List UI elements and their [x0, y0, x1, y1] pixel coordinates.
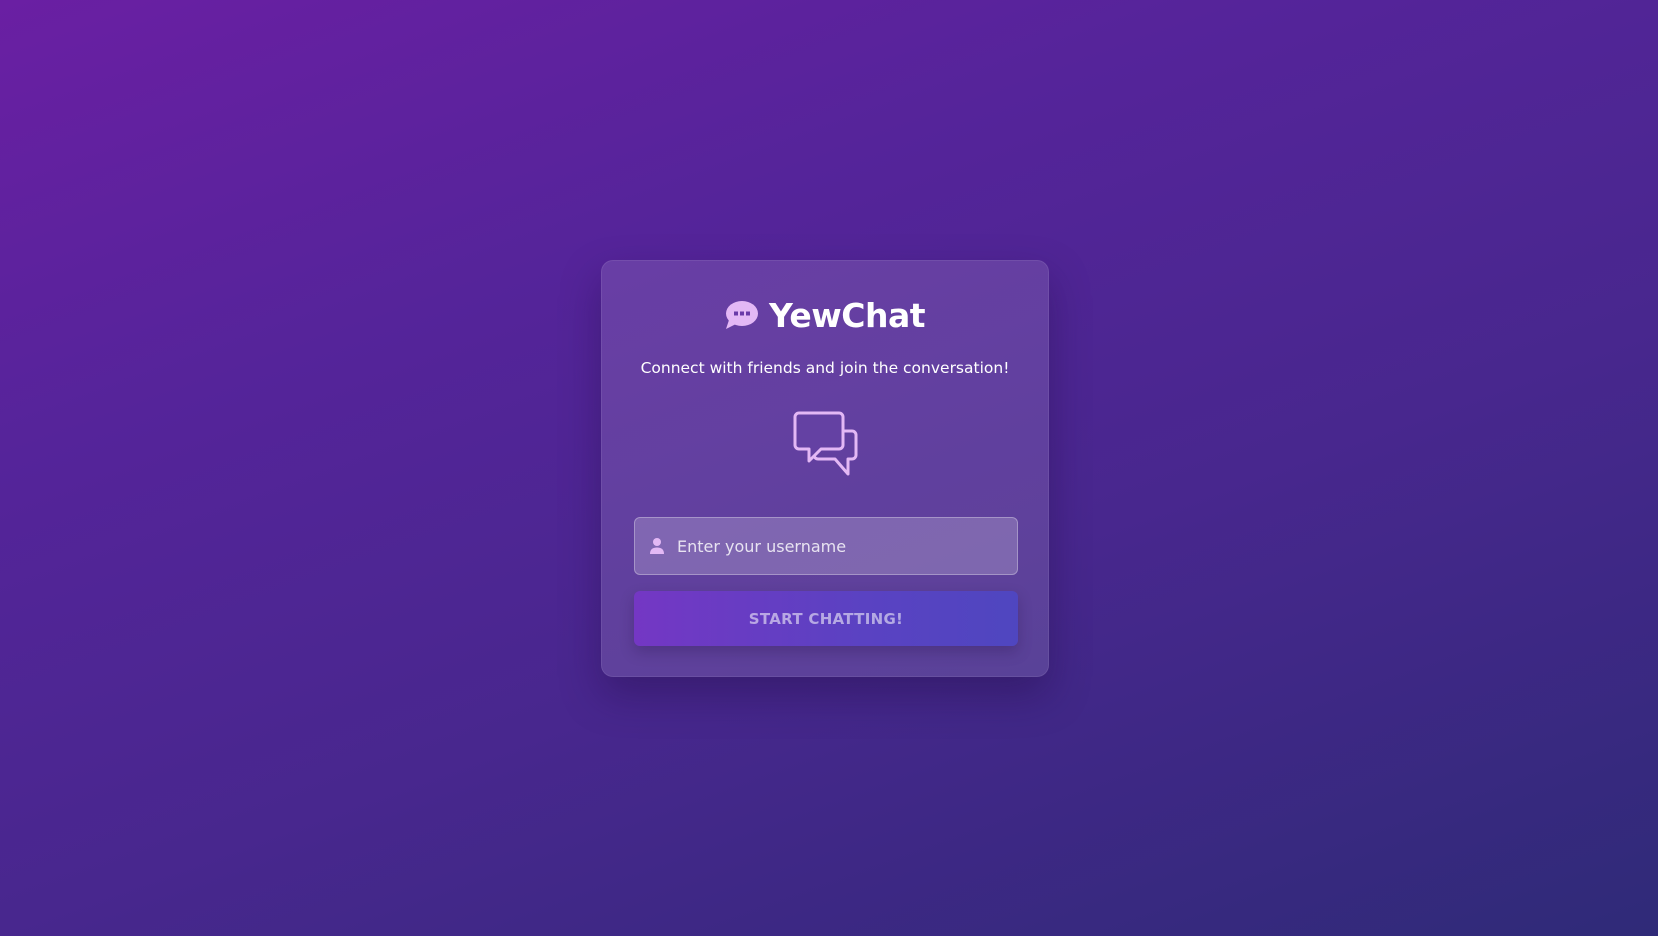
chat-bubble-dots-icon [725, 300, 759, 330]
login-card: YewChat Connect with friends and join th… [601, 260, 1049, 677]
start-chatting-button[interactable]: START CHATTING! [634, 591, 1018, 646]
tagline: Connect with friends and join the conver… [640, 359, 1010, 377]
brand-header: YewChat [602, 293, 1048, 337]
chat-bubbles-icon [793, 411, 859, 477]
user-icon [649, 537, 665, 555]
app-title: YewChat [769, 295, 926, 335]
username-input[interactable] [677, 518, 1017, 574]
username-field[interactable] [634, 517, 1018, 575]
